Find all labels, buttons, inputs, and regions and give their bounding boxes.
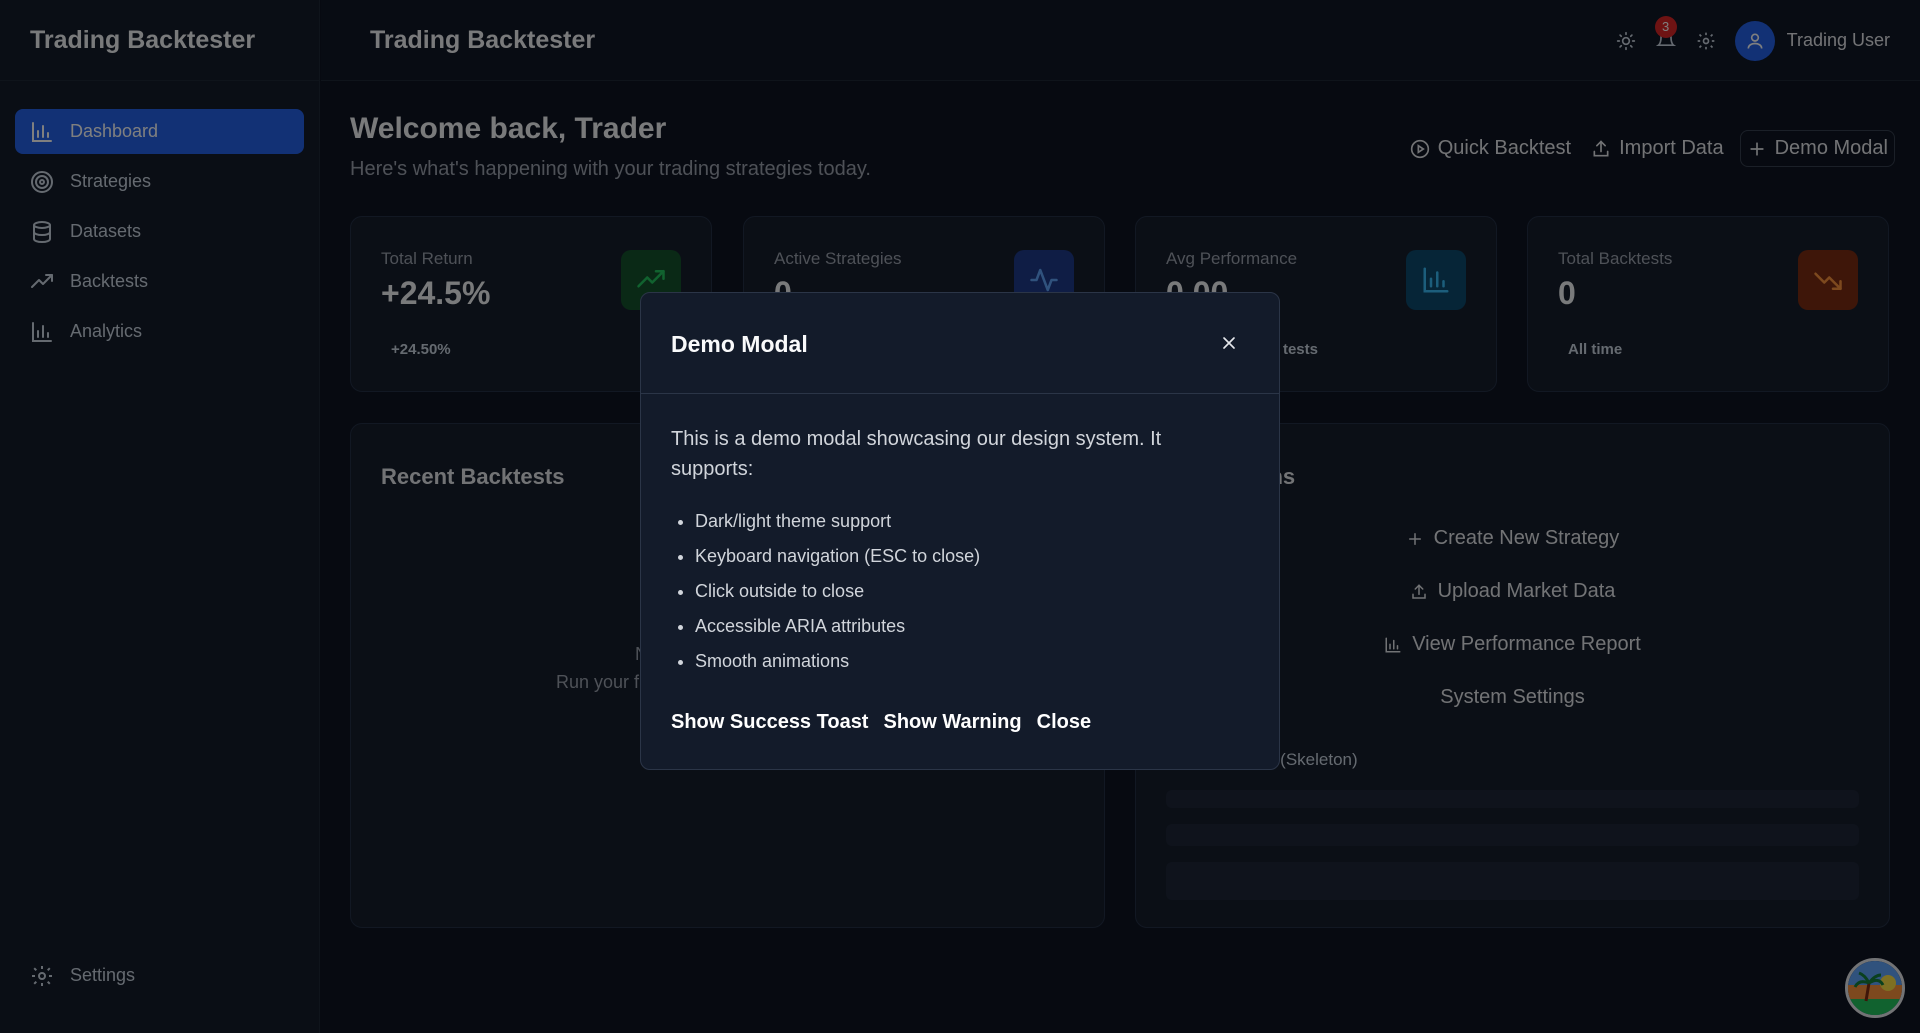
modal-actions: Show Success Toast Show Warning Close bbox=[671, 711, 1091, 734]
list-item: Keyboard navigation (ESC to close) bbox=[695, 539, 1249, 574]
app-root: Trading Backtester Dashboard Strategies … bbox=[0, 0, 1920, 1033]
modal-description: This is a demo modal showcasing our desi… bbox=[671, 428, 1162, 480]
show-warning-button[interactable]: Show Warning bbox=[883, 711, 1021, 734]
list-item: Dark/light theme support bbox=[695, 504, 1249, 539]
close-icon bbox=[1223, 337, 1235, 349]
show-success-toast-button[interactable]: Show Success Toast bbox=[671, 711, 868, 734]
modal-title: Demo Modal bbox=[671, 331, 808, 357]
modal-close-button[interactable] bbox=[1219, 333, 1239, 353]
close-button[interactable]: Close bbox=[1037, 711, 1091, 734]
list-item: Smooth animations bbox=[695, 644, 1249, 679]
list-item: Accessible ARIA attributes bbox=[695, 609, 1249, 644]
list-item: Click outside to close bbox=[695, 574, 1249, 609]
modal-header: Demo Modal bbox=[641, 293, 1279, 394]
feature-list: Dark/light theme support Keyboard naviga… bbox=[671, 504, 1249, 679]
demo-modal: Demo Modal This is a demo modal showcasi… bbox=[640, 292, 1280, 770]
modal-body: This is a demo modal showcasing our desi… bbox=[671, 424, 1249, 679]
